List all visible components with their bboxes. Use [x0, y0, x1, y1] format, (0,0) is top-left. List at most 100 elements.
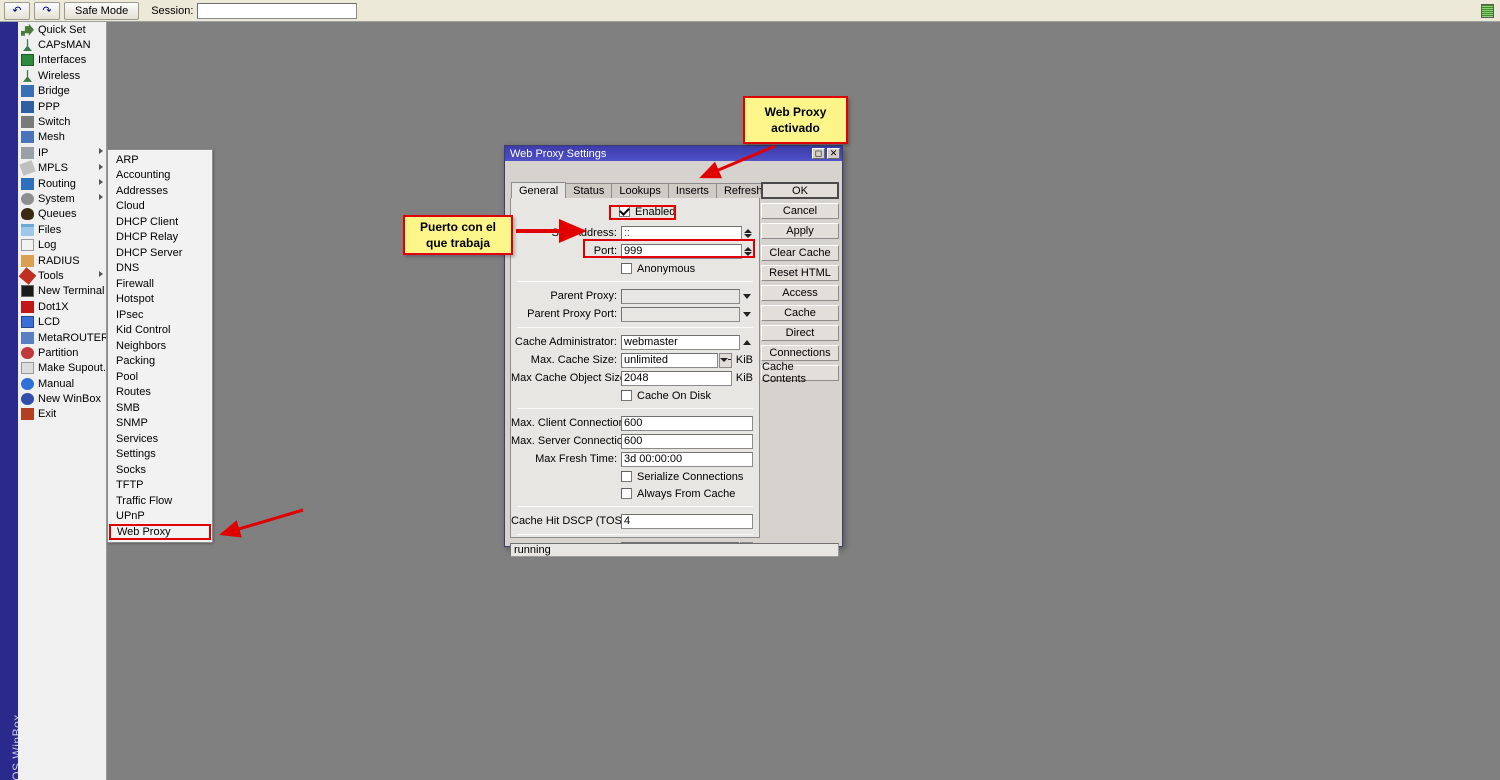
serialize-connections-checkbox[interactable]: [621, 471, 632, 482]
ip-submenu-item-dhcp-relay[interactable]: DHCP Relay: [108, 230, 212, 246]
supout-icon: [21, 362, 34, 374]
ip-submenu-item-tftp[interactable]: TFTP: [108, 478, 212, 494]
direct-button[interactable]: Direct: [761, 325, 839, 341]
max-server-connections-input[interactable]: 600: [621, 434, 753, 449]
tab-inserts[interactable]: Inserts: [668, 183, 717, 198]
max-cache-object-size-input[interactable]: 2048: [621, 371, 732, 386]
sidebar-item-interfaces[interactable]: Interfaces: [18, 53, 106, 68]
ip-submenu-item-addresses[interactable]: Addresses: [108, 183, 212, 199]
cache-contents-button[interactable]: Cache Contents: [761, 365, 839, 381]
src-address-input[interactable]: ::: [621, 226, 742, 241]
sidebar-item-routing[interactable]: Routing: [18, 176, 106, 191]
sidebar-item-label: System: [38, 193, 75, 205]
ip-submenu-item-packing[interactable]: Packing: [108, 354, 212, 370]
sidebar-item-new-winbox[interactable]: New WinBox: [18, 391, 106, 406]
ip-submenu-item-dns[interactable]: DNS: [108, 261, 212, 277]
sidebar-item-exit[interactable]: Exit: [18, 407, 106, 422]
ip-submenu-item-arp[interactable]: ARP: [108, 152, 212, 168]
sidebar-item-mesh[interactable]: Mesh: [18, 130, 106, 145]
sidebar-item-log[interactable]: Log: [18, 237, 106, 252]
ip-submenu-item-traffic-flow[interactable]: Traffic Flow: [108, 493, 212, 509]
cache-button[interactable]: Cache: [761, 305, 839, 321]
sidebar-item-system[interactable]: System: [18, 191, 106, 206]
parent-proxy-port-dropdown-icon[interactable]: [740, 307, 753, 322]
sidebar-item-mpls[interactable]: MPLS: [18, 161, 106, 176]
close-icon[interactable]: ✕: [827, 148, 840, 159]
ip-submenu-item-settings[interactable]: Settings: [108, 447, 212, 463]
ip-submenu-item-neighbors[interactable]: Neighbors: [108, 338, 212, 354]
ip-submenu-item-ipsec[interactable]: IPsec: [108, 307, 212, 323]
enabled-checkbox[interactable]: [619, 206, 630, 217]
cancel-button[interactable]: Cancel: [761, 203, 839, 219]
tab-status[interactable]: Status: [565, 183, 612, 198]
port-input[interactable]: 999: [621, 244, 742, 259]
sidebar-item-queues[interactable]: Queues: [18, 207, 106, 222]
ip-submenu-item-socks[interactable]: Socks: [108, 462, 212, 478]
anonymous-checkbox[interactable]: [621, 263, 632, 274]
ip-submenu-item-cloud[interactable]: Cloud: [108, 199, 212, 215]
sidebar-item-make-supout-rif[interactable]: Make Supout.rif: [18, 361, 106, 376]
clear-cache-button[interactable]: Clear Cache: [761, 245, 839, 261]
sidebar-item-ip[interactable]: IP: [18, 145, 106, 160]
sidebar-item-manual[interactable]: Manual: [18, 376, 106, 391]
max-cache-size-dropdown-icon[interactable]: [719, 353, 732, 368]
ip-submenu-item-routes[interactable]: Routes: [108, 385, 212, 401]
bridge-icon: [21, 85, 34, 97]
sidebar-item-new-terminal[interactable]: New Terminal: [18, 284, 106, 299]
parent-proxy-port-input[interactable]: [621, 307, 740, 322]
max-cache-size-input[interactable]: unlimited: [621, 353, 718, 368]
ip-submenu-item-hotspot[interactable]: Hotspot: [108, 292, 212, 308]
undo-icon[interactable]: ↶: [4, 2, 30, 20]
ip-submenu-item-pool[interactable]: Pool: [108, 369, 212, 385]
redo-icon[interactable]: ↷: [34, 2, 60, 20]
sidebar-item-metarouter[interactable]: MetaROUTER: [18, 330, 106, 345]
tab-lookups[interactable]: Lookups: [611, 183, 669, 198]
maximize-icon[interactable]: ◻: [812, 148, 825, 159]
connections-button[interactable]: Connections: [761, 345, 839, 361]
session-input[interactable]: [197, 3, 357, 19]
sidebar-item-quick-set[interactable]: Quick Set: [18, 22, 106, 37]
reset-html-button[interactable]: Reset HTML: [761, 265, 839, 281]
tab-general[interactable]: General: [511, 182, 566, 198]
ip-submenu-item-dhcp-client[interactable]: DHCP Client: [108, 214, 212, 230]
safe-mode-button[interactable]: Safe Mode: [64, 2, 139, 20]
parent-proxy-dropdown-icon[interactable]: [740, 289, 753, 304]
src-address-stepper[interactable]: [742, 226, 753, 241]
ip-submenu-item-upnp[interactable]: UPnP: [108, 509, 212, 525]
sidebar-item-bridge[interactable]: Bridge: [18, 84, 106, 99]
cache-hit-dscp-input[interactable]: 4: [621, 514, 753, 529]
ip-submenu-item-services[interactable]: Services: [108, 431, 212, 447]
sidebar-item-ppp[interactable]: PPP: [18, 99, 106, 114]
parent-proxy-input[interactable]: [621, 289, 740, 304]
ip-submenu-item-snmp[interactable]: SNMP: [108, 416, 212, 432]
sidebar-item-files[interactable]: Files: [18, 222, 106, 237]
ip-submenu-item-web-proxy[interactable]: Web Proxy: [109, 524, 211, 540]
cache-administrator-input[interactable]: webmaster: [621, 335, 740, 350]
sidebar-item-label: Tools: [38, 270, 64, 282]
sidebar-item-wireless[interactable]: Wireless: [18, 68, 106, 83]
sidebar-item-lcd[interactable]: LCD: [18, 314, 106, 329]
cache-on-disk-checkbox[interactable]: [621, 390, 632, 401]
exit-icon: [21, 408, 34, 420]
divider: [517, 506, 753, 507]
max-fresh-time-input[interactable]: 3d 00:00:00: [621, 452, 753, 467]
sidebar-item-partition[interactable]: Partition: [18, 345, 106, 360]
max-fresh-time-row: Max Fresh Time: 3d 00:00:00: [511, 451, 759, 467]
always-from-cache-checkbox[interactable]: [621, 488, 632, 499]
ip-submenu-item-firewall[interactable]: Firewall: [108, 276, 212, 292]
ok-button[interactable]: OK: [761, 182, 839, 199]
sidebar-item-switch[interactable]: Switch: [18, 114, 106, 129]
access-button[interactable]: Access: [761, 285, 839, 301]
sidebar-item-radius[interactable]: RADIUS: [18, 253, 106, 268]
sidebar-item-capsman[interactable]: CAPsMAN: [18, 37, 106, 52]
sidebar-item-tools[interactable]: Tools: [18, 268, 106, 283]
port-stepper[interactable]: [742, 244, 753, 259]
ip-submenu-item-accounting[interactable]: Accounting: [108, 168, 212, 184]
ip-submenu-item-dhcp-server[interactable]: DHCP Server: [108, 245, 212, 261]
sidebar-item-dot1x[interactable]: Dot1X: [18, 299, 106, 314]
apply-button[interactable]: Apply: [761, 223, 839, 239]
ip-submenu-item-kid-control[interactable]: Kid Control: [108, 323, 212, 339]
collapse-up-icon[interactable]: [740, 335, 753, 350]
max-client-connections-input[interactable]: 600: [621, 416, 753, 431]
ip-submenu-item-smb[interactable]: SMB: [108, 400, 212, 416]
